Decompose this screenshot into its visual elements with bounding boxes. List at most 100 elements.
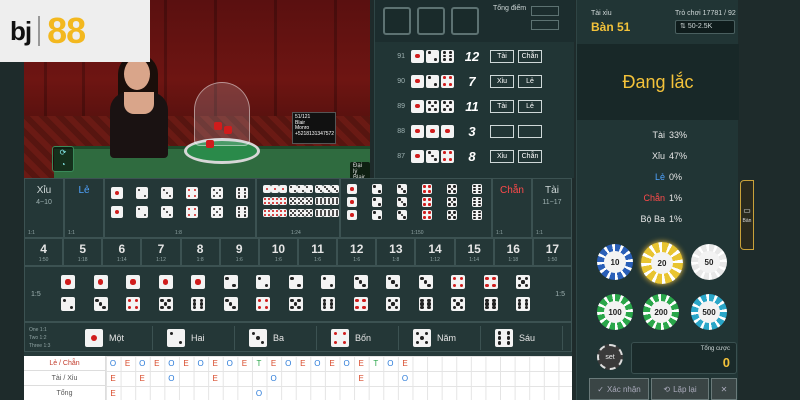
- die-face-1-icon: [263, 185, 271, 193]
- bet-tai[interactable]: Tài 11~17 1:1: [532, 178, 572, 238]
- rebet-button[interactable]: ⟲ Lặp lại: [651, 378, 709, 400]
- history-sum: 11: [465, 98, 479, 114]
- total-number: 9: [235, 242, 243, 256]
- bet-total-10[interactable]: 10 1:6: [258, 238, 298, 266]
- history-dice: [411, 99, 454, 113]
- confirm-button[interactable]: ✓ Xác nhận: [589, 378, 649, 400]
- bet-specific-triples[interactable]: 1:150: [340, 178, 492, 238]
- total-odds: 1:8: [196, 257, 204, 263]
- bet-total-7[interactable]: 7 1:12: [141, 238, 181, 266]
- roadmap-mark: E: [183, 359, 189, 368]
- chip-20[interactable]: 20: [641, 242, 683, 284]
- die-face-2-icon: [61, 297, 75, 311]
- bet-odds: 1:1: [536, 230, 543, 236]
- bet-limit[interactable]: ⇅ 50-2.5K: [675, 20, 735, 34]
- die-face-5-icon: [426, 99, 439, 113]
- die-face-3-icon: [223, 297, 238, 311]
- history-round: 88: [397, 127, 405, 135]
- die-face-1-icon: [411, 99, 424, 113]
- die-face-4-icon: [186, 187, 198, 199]
- chip-50[interactable]: 50: [691, 244, 727, 280]
- bet-total-16[interactable]: 16 1:18: [493, 238, 533, 266]
- face-label: Một: [109, 333, 125, 343]
- round-label: Trò chơi 17781 / 92: [675, 10, 736, 17]
- refresh-icon[interactable]: ⟳: [53, 147, 73, 159]
- roadmap-mark: T: [256, 359, 262, 368]
- bet-le[interactable]: Lẻ 1:1: [64, 178, 104, 238]
- die-face-1-icon: [191, 275, 205, 289]
- bet-face-6[interactable]: Sáu: [485, 326, 563, 350]
- combo-odds-right: 1:5: [555, 291, 565, 298]
- bet-chan[interactable]: Chẵn 1:1: [492, 178, 532, 238]
- bet-xiu[interactable]: Xỉu 4~10 1:1: [24, 178, 64, 238]
- bet-total-8[interactable]: 8 1:8: [180, 238, 220, 266]
- chip-200[interactable]: 200: [643, 294, 679, 330]
- history-oddeven: Chẵn: [518, 149, 542, 163]
- side-tab[interactable]: ▭ Bàn: [740, 180, 754, 250]
- bet-doubles[interactable]: 1:8: [104, 178, 256, 238]
- roadmap-mark: E: [139, 374, 145, 383]
- roadmap-label[interactable]: Tài / Xỉu: [24, 371, 106, 386]
- roadmap-label[interactable]: Tổng: [24, 386, 106, 400]
- chip-500[interactable]: 500: [691, 294, 727, 330]
- stat-percent: 1%: [669, 214, 683, 224]
- die-face-2-icon: [372, 184, 382, 194]
- chip-value: 200: [650, 301, 672, 323]
- die-face-5-icon: [447, 197, 457, 207]
- bet-total-11[interactable]: 11 1:6: [298, 238, 338, 266]
- bet-odds: 1:1: [68, 230, 75, 236]
- roadmap-label[interactable]: Lẻ / Chẵn: [24, 356, 106, 371]
- close-icon: ✕: [720, 384, 728, 394]
- bet-total-17[interactable]: 17 1:50: [532, 238, 572, 266]
- die-face-3-icon: [323, 185, 331, 193]
- die-face-5-icon: [288, 297, 303, 311]
- bet-any-triple[interactable]: 1:24: [256, 178, 340, 238]
- roadmap-mark: O: [255, 389, 263, 398]
- single-odds-line: One 1:1: [29, 327, 47, 333]
- total-odds: 1:6: [274, 257, 282, 263]
- brand-logo: bj 88: [0, 0, 150, 62]
- video-controls[interactable]: ⟳ ◔: [52, 146, 74, 172]
- roadmap-mark: E: [329, 359, 335, 368]
- stat-label: Xỉu: [651, 151, 665, 161]
- chip-10[interactable]: 10: [597, 244, 633, 280]
- bet-total-5[interactable]: 5 1:18: [63, 238, 103, 266]
- die-face-5-icon: [451, 297, 465, 311]
- total-number: 10: [271, 242, 286, 256]
- chip-value: 100: [604, 301, 626, 323]
- bet-total-15[interactable]: 15 1:14: [454, 238, 494, 266]
- bet-total-6[interactable]: 6 1:14: [102, 238, 142, 266]
- bet-xiu-label: Xỉu: [36, 185, 52, 196]
- bet-face-3[interactable]: Ba: [239, 326, 317, 350]
- total-odds: 1:18: [77, 257, 88, 263]
- chip-settings-button[interactable]: set: [597, 344, 623, 370]
- die-face-3-icon: [397, 197, 407, 207]
- bet-face-5[interactable]: Năm: [403, 326, 481, 350]
- die-face-4-icon: [126, 297, 140, 311]
- history-bigsmall: [490, 124, 514, 138]
- bet-total-12[interactable]: 12 1:6: [337, 238, 377, 266]
- roadmap-mark: O: [285, 359, 292, 368]
- chip-100[interactable]: 100: [597, 294, 633, 330]
- die-face-4-icon: [331, 329, 349, 347]
- logo-bj: bj: [10, 15, 32, 46]
- cancel-button[interactable]: ✕: [711, 378, 737, 400]
- die-face-5-icon: [297, 197, 305, 205]
- bet-tai-range: 11~17: [542, 199, 562, 206]
- roadmap-mark: O: [401, 374, 409, 383]
- bet-total-14[interactable]: 14 1:12: [415, 238, 455, 266]
- stat-row: Xỉu 47%: [577, 151, 739, 171]
- bet-total-4[interactable]: 4 1:50: [24, 238, 64, 266]
- bet-total-13[interactable]: 13 1:8: [376, 238, 416, 266]
- bet-combinations[interactable]: 1:5 1:5: [24, 266, 572, 322]
- bet-total-9[interactable]: 9 1:6: [219, 238, 259, 266]
- total-bet-box: Tổng cược 0: [631, 342, 737, 374]
- chip-value: 10: [604, 251, 626, 273]
- history-round: 89: [397, 102, 405, 110]
- die-face-3-icon: [426, 149, 439, 163]
- roadmap-mark: O: [168, 374, 175, 383]
- bet-face-2[interactable]: Hai: [157, 326, 235, 350]
- bet-face-1[interactable]: Một: [75, 326, 153, 350]
- wifi-icon[interactable]: ◔: [53, 159, 73, 171]
- bet-face-4[interactable]: Bốn: [321, 326, 399, 350]
